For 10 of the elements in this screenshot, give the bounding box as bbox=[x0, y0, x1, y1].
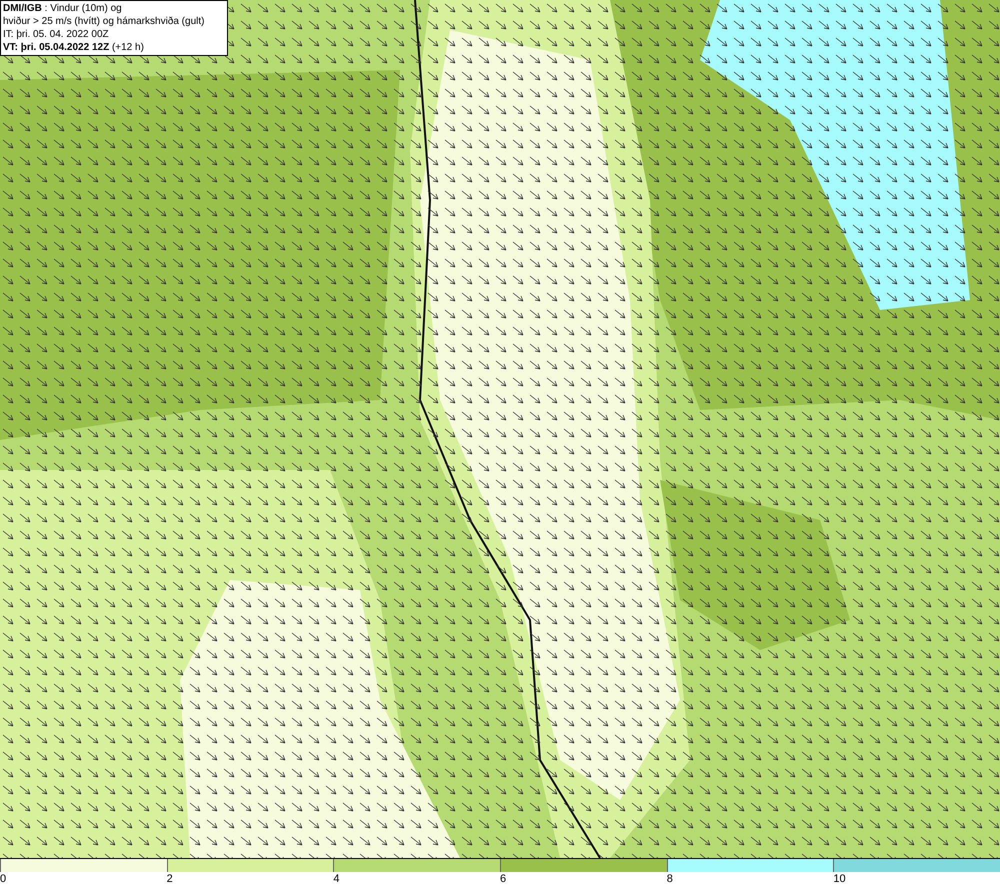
title-line: VT: þri. 05.04.2022 12Z (+12 h) bbox=[3, 41, 145, 54]
legend-label: 0 bbox=[0, 872, 6, 886]
title-line: IT: þri. 05. 04. 2022 00Z bbox=[3, 28, 110, 41]
legend-label: 6 bbox=[500, 872, 506, 886]
title-line: hviður > 25 m/s (hvítt) og hámarkshviða (gult) bbox=[3, 15, 206, 28]
legend-label: 2 bbox=[166, 872, 173, 886]
legend-label: 4 bbox=[333, 872, 340, 886]
title-line: DMI/IGB : Vindur (10m) og bbox=[3, 2, 123, 15]
legend-label: 10 bbox=[833, 872, 846, 886]
legend-label: 8 bbox=[666, 872, 673, 886]
